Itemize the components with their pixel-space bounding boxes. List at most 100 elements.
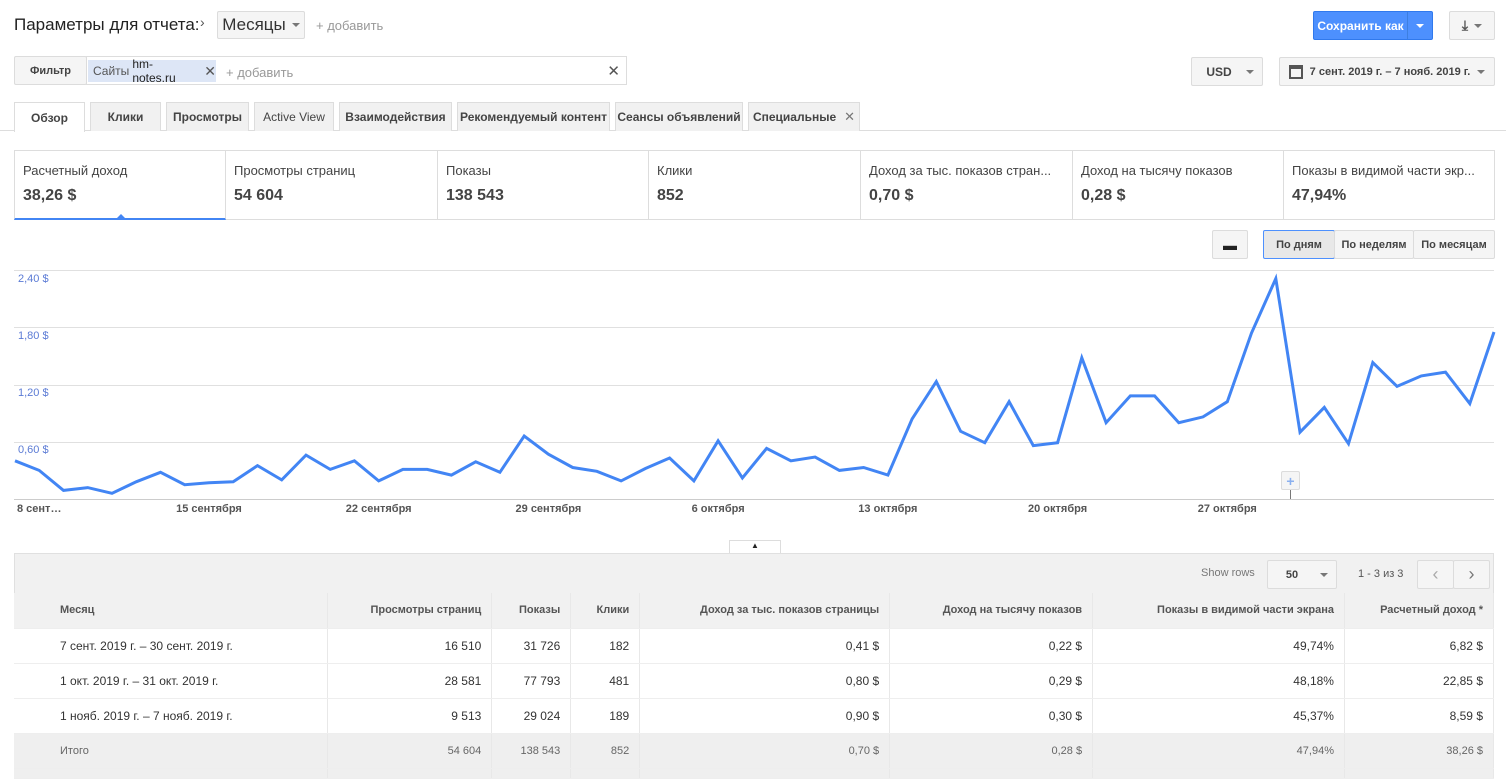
data-point[interactable] [12, 458, 18, 464]
data-point[interactable] [1491, 329, 1497, 335]
data-point[interactable] [327, 466, 333, 472]
table-cell: 16 510 [327, 628, 493, 664]
table-cell: 0,22 $ [889, 628, 1094, 664]
data-point[interactable] [594, 468, 600, 474]
data-point[interactable] [1321, 404, 1327, 410]
revenue-line-chart [12, 273, 1497, 496]
data-point[interactable] [521, 433, 527, 439]
add-annotation-icon[interactable]: + [1281, 471, 1300, 490]
data-point[interactable] [1224, 399, 1230, 405]
data-point[interactable] [1079, 355, 1085, 361]
data-point[interactable] [739, 475, 745, 481]
data-point[interactable] [1127, 393, 1133, 399]
data-point[interactable] [1006, 399, 1012, 405]
table-cell: 9 513 [327, 698, 493, 734]
table-toolbar: Show rows 50 1 - 3 из 3 ‹ › [14, 553, 1494, 593]
data-point[interactable] [885, 472, 891, 478]
table-row: 1 нояб. 2019 г. – 7 нояб. 2019 г. 9 513 29… [14, 698, 1495, 734]
data-point[interactable] [958, 428, 964, 434]
table-row: 7 сент. 2019 г. – 30 сент. 2019 г. 16 510… [14, 628, 1495, 664]
data-point[interactable] [1200, 414, 1206, 420]
column-header[interactable]: Доход на тысячу показов [889, 593, 1094, 629]
data-point[interactable] [497, 469, 503, 475]
data-point[interactable] [667, 455, 673, 461]
data-point[interactable] [230, 479, 236, 485]
data-point[interactable] [836, 467, 842, 473]
data-point[interactable] [424, 466, 430, 472]
column-header[interactable]: Доход за тыс. показов страницы [639, 593, 891, 629]
collapse-chart-icon[interactable]: ▲ [729, 540, 781, 554]
table-cell: 0,90 $ [639, 698, 891, 734]
table-cell: 38,26 $ [1344, 733, 1495, 769]
data-point[interactable] [85, 485, 91, 491]
data-point[interactable] [933, 379, 939, 385]
column-header[interactable]: Просмотры страниц [327, 593, 493, 629]
report-table: Месяц Просмотры страниц Показы Клики Доход з… [14, 593, 1495, 779]
data-point[interactable] [279, 477, 285, 483]
data-point[interactable] [157, 469, 163, 475]
data-point[interactable] [182, 482, 188, 488]
data-point[interactable] [400, 466, 406, 472]
table-cell: 29 024 [491, 698, 572, 734]
data-point[interactable] [812, 454, 818, 460]
data-point[interactable] [1273, 276, 1279, 282]
data-point[interactable] [1103, 420, 1109, 426]
data-point[interactable] [1370, 360, 1376, 366]
data-point[interactable] [715, 438, 721, 444]
table-cell: 182 [570, 628, 641, 664]
data-point[interactable] [1467, 401, 1473, 407]
table-cell: 481 [570, 663, 641, 699]
table-cell: 1 нояб. 2019 г. – 7 нояб. 2019 г. [14, 698, 329, 734]
data-point[interactable] [206, 480, 212, 486]
column-header[interactable]: Показы [491, 593, 572, 629]
table-cell: 54 604 [327, 733, 493, 769]
prev-page-button[interactable]: ‹ [1417, 560, 1454, 589]
table-cell: 49,74% [1092, 628, 1345, 664]
rows-per-page-select[interactable]: 50 [1267, 560, 1337, 589]
data-point[interactable] [303, 452, 309, 458]
total-row: Итого 54 604 138 543 852 0,70 $0,28 $47,94% 3… [14, 733, 1495, 769]
data-point[interactable] [545, 451, 551, 457]
revenue-series-line [14, 273, 1496, 495]
data-point[interactable] [909, 416, 915, 422]
data-point[interactable] [473, 459, 479, 465]
data-point[interactable] [982, 440, 988, 446]
column-header[interactable]: Показы в видимой части экрана [1092, 593, 1345, 629]
data-point[interactable] [570, 465, 576, 471]
data-point[interactable] [861, 465, 867, 471]
show-rows-label: Show rows [1201, 567, 1255, 579]
column-header[interactable]: Клики [570, 593, 641, 629]
data-point[interactable] [1249, 330, 1255, 336]
table-cell: 47,94% [1092, 733, 1345, 769]
data-point[interactable] [448, 472, 454, 478]
data-point[interactable] [60, 487, 66, 493]
table-cell: 45,37% [1092, 698, 1345, 734]
data-point[interactable] [351, 458, 357, 464]
data-point[interactable] [1055, 440, 1061, 446]
column-header[interactable]: Месяц [14, 593, 329, 629]
table-cell: 0,28 $ [889, 733, 1094, 769]
data-point[interactable] [254, 463, 260, 469]
table-header-row: Месяц Просмотры страниц Показы Клики Доход з… [14, 593, 1495, 629]
next-page-button[interactable]: › [1453, 560, 1490, 589]
data-point[interactable] [1030, 443, 1036, 449]
data-point[interactable] [133, 479, 139, 485]
data-point[interactable] [376, 478, 382, 484]
table-cell: 7 сент. 2019 г. – 30 сент. 2019 г. [14, 628, 329, 664]
data-point[interactable] [1176, 420, 1182, 426]
data-point[interactable] [1394, 383, 1400, 389]
data-point[interactable] [1346, 441, 1352, 447]
table-cell: 48,18% [1092, 663, 1345, 699]
data-point[interactable] [642, 465, 648, 471]
data-point[interactable] [1152, 393, 1158, 399]
data-point[interactable] [1297, 429, 1303, 435]
data-point[interactable] [788, 458, 794, 464]
data-point[interactable] [618, 478, 624, 484]
column-header[interactable]: Расчетный доход * [1344, 593, 1495, 629]
data-point[interactable] [36, 467, 42, 473]
data-point[interactable] [1418, 373, 1424, 379]
data-point[interactable] [764, 445, 770, 451]
data-point[interactable] [1443, 369, 1449, 375]
data-point[interactable] [691, 478, 697, 484]
data-point[interactable] [109, 490, 115, 496]
